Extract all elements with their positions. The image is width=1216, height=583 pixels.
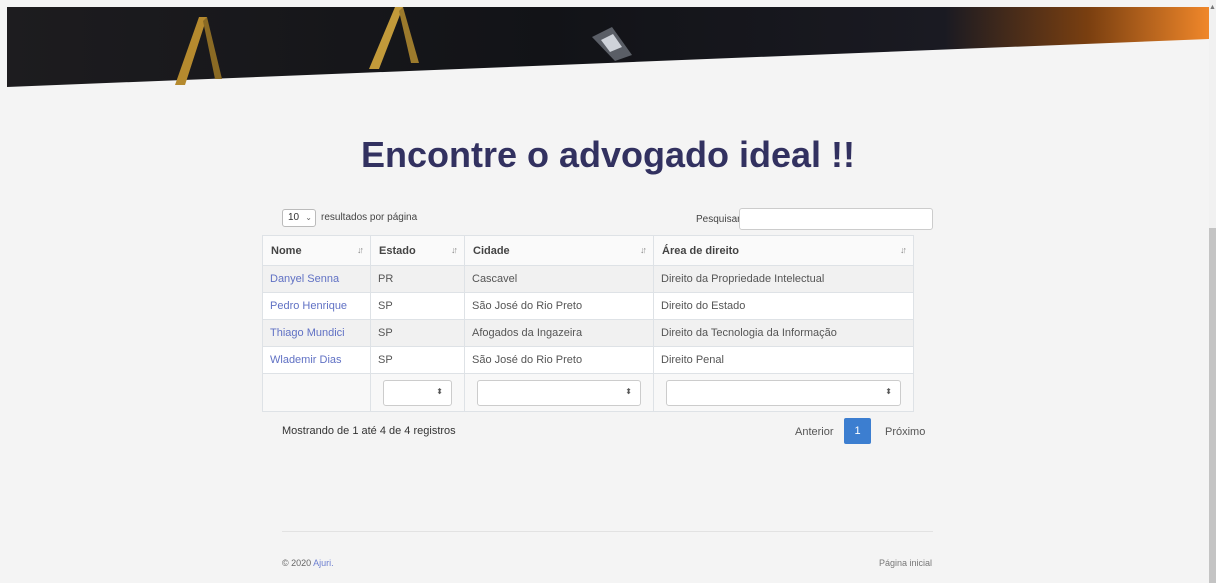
sort-icon: ↓↑ [640, 245, 647, 255]
scroll-up-icon[interactable]: ▲ [1209, 4, 1216, 12]
cidade-cell: Afogados da Ingazeira [464, 319, 654, 347]
area-cell: Direito da Tecnologia da Informação [653, 319, 914, 347]
column-header-area[interactable]: Área de direito ↓↑ [653, 235, 914, 266]
column-header-label: Estado [379, 244, 416, 257]
pagination-next[interactable]: Próximo [885, 426, 925, 438]
table-row: Wlademir Dias SP São José do Rio Preto D… [262, 346, 914, 374]
home-link[interactable]: Página inicial [879, 558, 932, 568]
lawyer-name-link[interactable]: Wlademir Dias [262, 346, 371, 374]
cidade-cell: São José do Rio Preto [464, 346, 654, 374]
column-header-label: Área de direito [662, 244, 740, 257]
estado-filter-select[interactable]: ⬍ [383, 379, 452, 406]
area-cell: Direito da Propriedade Intelectual [653, 265, 914, 293]
filter-cell-estado: ⬍ [370, 373, 465, 412]
lawyer-name-link[interactable]: Danyel Senna [262, 265, 371, 293]
area-filter-select[interactable]: ⬍ [666, 379, 901, 406]
table-header-row: Nome ↓↑ Estado ↓↑ Cidade ↓↑ Área de direito… [262, 235, 914, 266]
up-down-icon: ⬍ [625, 386, 632, 396]
chevron-down-icon: ⌄ [305, 213, 312, 222]
page-scrollbar[interactable]: ▲ [1209, 0, 1216, 583]
table-row: Danyel Senna PR Cascavel Direito da Prop… [262, 265, 914, 293]
up-down-icon: ⬍ [436, 386, 443, 396]
filter-cell-area: ⬍ [653, 373, 914, 412]
filter-cell-empty [262, 373, 371, 412]
estado-cell: PR [370, 265, 465, 293]
column-header-nome[interactable]: Nome ↓↑ [262, 235, 371, 266]
lawyers-table: Nome ↓↑ Estado ↓↑ Cidade ↓↑ Área de direito… [262, 235, 914, 412]
cidade-filter-select[interactable]: ⬍ [477, 379, 641, 406]
search-label: Pesquisar [696, 214, 741, 225]
lawyer-name-link[interactable]: Pedro Henrique [262, 292, 371, 320]
table-info: Mostrando de 1 até 4 de 4 registros [282, 425, 456, 437]
column-header-label: Cidade [473, 244, 510, 257]
up-down-icon: ⬍ [885, 386, 892, 396]
estado-cell: SP [370, 292, 465, 320]
footer-copyright: © 2020 Ajuri. [282, 558, 334, 568]
column-header-estado[interactable]: Estado ↓↑ [370, 235, 465, 266]
sort-icon: ↓↑ [357, 245, 364, 255]
estado-cell: SP [370, 319, 465, 347]
page-length-select[interactable]: 10 ⌄ [282, 209, 316, 227]
copyright-text: © 2020 [282, 558, 312, 568]
filter-row: ⬍ ⬍ ⬍ [262, 373, 914, 412]
scroll-thumb[interactable] [1209, 228, 1216, 583]
brand-link[interactable]: Ajuri. [313, 558, 334, 568]
pagination-previous[interactable]: Anterior [795, 426, 834, 438]
sort-icon: ↓↑ [900, 245, 907, 255]
area-cell: Direito do Estado [653, 292, 914, 320]
page-length-label: resultados por página [321, 212, 418, 223]
filter-cell-cidade: ⬍ [464, 373, 654, 412]
footer-divider [282, 531, 933, 532]
estado-cell: SP [370, 346, 465, 374]
cidade-cell: São José do Rio Preto [464, 292, 654, 320]
page-length-value: 10 [288, 212, 300, 223]
search-input[interactable] [739, 208, 933, 230]
pagination-page-current[interactable]: 1 [844, 418, 871, 444]
hero-banner [7, 7, 1209, 87]
area-cell: Direito Penal [653, 346, 914, 374]
table-row: Pedro Henrique SP São José do Rio Preto … [262, 292, 914, 320]
page-title: Encontre o advogado ideal !! [360, 134, 856, 175]
cidade-cell: Cascavel [464, 265, 654, 293]
lawyer-name-link[interactable]: Thiago Mundici [262, 319, 371, 347]
column-header-label: Nome [271, 244, 302, 257]
column-header-cidade[interactable]: Cidade ↓↑ [464, 235, 654, 266]
table-row: Thiago Mundici SP Afogados da Ingazeira … [262, 319, 914, 347]
sort-icon: ↓↑ [451, 245, 458, 255]
